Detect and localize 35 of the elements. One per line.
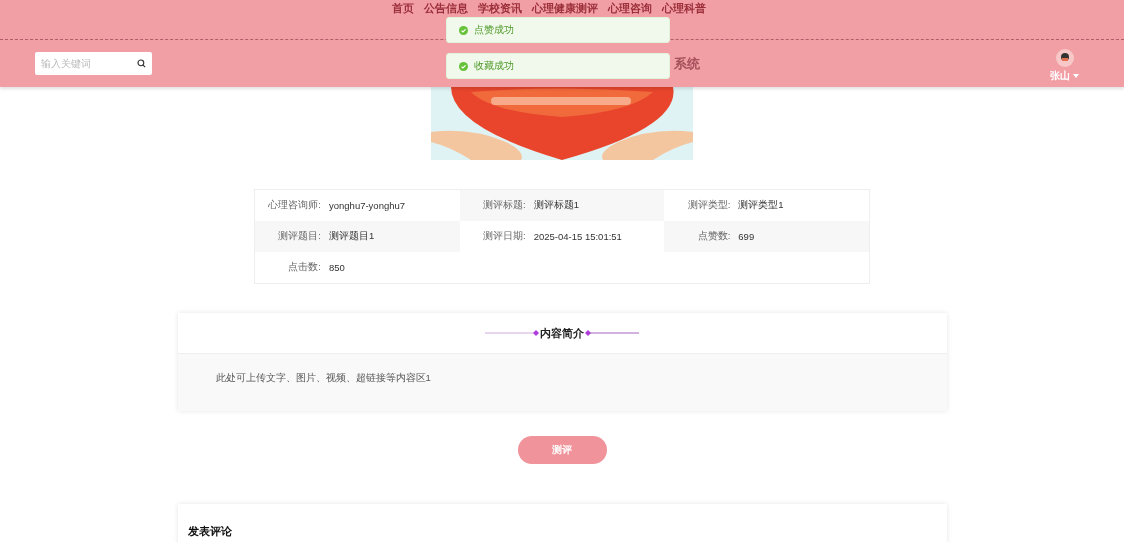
divider-ornament-icon [584,330,639,336]
toast-message: 点赞成功 [446,17,670,43]
field-value: 699 [738,231,755,242]
intro-text: 此处可上传文字、图片、视频、超链接等内容区1 [215,372,431,383]
field-value: 测评类型1 [738,199,784,212]
field-value: 测评题目1 [329,230,375,243]
field-label: 测评日期: [482,230,527,243]
site-title: 系统 [674,55,700,73]
nav-link[interactable]: 心理健康测评 [532,2,598,15]
field-label: 点击数: [287,261,322,274]
nav-link[interactable]: 心理咨询 [608,2,652,15]
field-value: 850 [329,262,345,273]
field-label: 测评类型: [686,199,732,212]
field-label: 测评题目: [277,230,322,243]
nav-link[interactable]: 公告信息 [424,2,468,15]
section-title: 发表评论 [187,525,232,537]
toast-message: 收藏成功 [446,53,670,79]
avatar-icon[interactable] [1055,49,1074,67]
success-icon [459,61,468,71]
field-label: 测评标题: [482,199,527,212]
nav-link[interactable]: 首页 [392,2,414,15]
field-value: yonghu7-yonghu7 [329,200,406,211]
field-label: 心理咨询师: [267,199,322,212]
field-value: 测评标题1 [533,199,579,212]
field-label: 点赞数: [696,230,732,243]
section-title: 内容简介 [540,325,584,341]
nav-link[interactable]: 心理科普 [662,2,706,15]
divider-ornament-icon [485,330,540,336]
field-value: 2025-04-15 15:01:51 [533,231,622,242]
user-name[interactable]: 张山 [1050,69,1070,83]
search-icon[interactable] [137,59,146,68]
evaluate-button[interactable]: 测评 [517,436,607,464]
success-icon [459,25,468,35]
nav-link[interactable]: 学校资讯 [478,2,522,15]
search-field[interactable]: 输入关键词 [35,52,152,75]
